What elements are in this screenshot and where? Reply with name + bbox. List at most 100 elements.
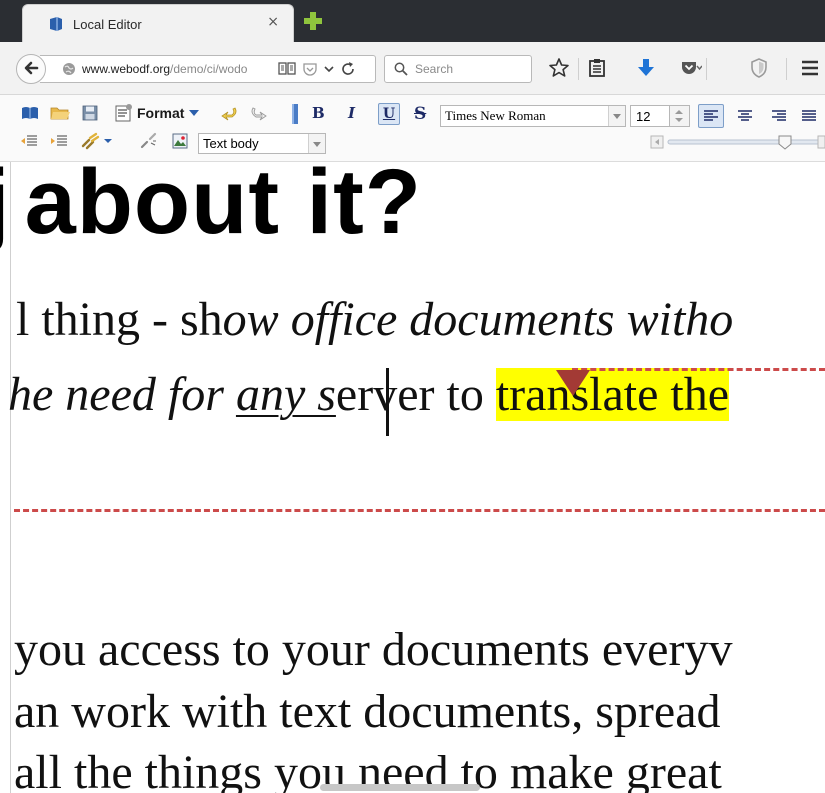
menu-button[interactable]	[800, 54, 820, 82]
paragraph-line-4[interactable]: an work with text documents, spread	[14, 684, 721, 739]
paragraph-line-2[interactable]: he need for any server to translate the	[8, 367, 730, 422]
document-canvas[interactable]: jabout it? l thing - show office documen…	[0, 162, 825, 793]
caret-down-icon	[189, 110, 200, 116]
open-document-button[interactable]	[20, 105, 40, 121]
star-icon	[549, 58, 569, 77]
paragraph-styles-icon	[115, 104, 132, 122]
reader-view-icon[interactable]	[278, 61, 296, 77]
bookmark-ribbon-icon	[292, 104, 298, 124]
underline-button[interactable]: U	[378, 103, 400, 125]
indent-increase-button[interactable]	[50, 134, 68, 148]
toolbar-separator	[786, 58, 787, 80]
save-button[interactable]	[82, 105, 98, 121]
undo-button[interactable]	[220, 105, 240, 121]
back-button[interactable]	[16, 54, 46, 84]
outdent-icon	[21, 135, 37, 146]
align-right-icon	[772, 110, 786, 121]
annotation-border-line	[572, 368, 825, 371]
broken-link-icon	[140, 132, 157, 149]
underline-label: U	[382, 106, 396, 122]
spinner-arrows-icon	[675, 110, 683, 122]
align-right-button[interactable]	[766, 104, 792, 128]
webodf-favicon-icon	[50, 17, 62, 31]
pocket-button[interactable]	[680, 54, 702, 82]
format-menu-button[interactable]: Format	[114, 103, 200, 123]
align-justify-button[interactable]	[796, 104, 822, 128]
strikethrough-label: S	[414, 104, 427, 124]
redo-arrow-icon	[251, 107, 267, 121]
book-icon	[22, 107, 38, 119]
align-center-icon	[738, 110, 752, 121]
align-justify-icon	[802, 110, 816, 121]
tab-title: Local Editor	[73, 17, 142, 32]
new-tab-plus-icon[interactable]	[302, 10, 324, 32]
bold-label: B	[312, 104, 325, 122]
line2-underlined: any s	[235, 368, 336, 421]
line4-text: an work with text documents, spread	[14, 685, 721, 738]
bold-button[interactable]: B	[312, 104, 325, 122]
format-label: Format	[137, 105, 185, 121]
line1-italic: ow office documents witho	[222, 293, 734, 346]
insert-image-button[interactable]	[172, 133, 188, 149]
insert-link-button[interactable]	[80, 132, 113, 150]
paragraph-line-1[interactable]: l thing - show office documents witho	[16, 292, 733, 347]
pocket-save-icon[interactable]	[302, 61, 318, 77]
annotation-marker-icon[interactable]	[556, 370, 590, 396]
globe-icon	[63, 63, 75, 75]
undo-arrow-icon	[221, 107, 237, 121]
align-center-button[interactable]	[732, 104, 758, 128]
toolbar-row-2: Text body	[0, 129, 825, 159]
paragraph-style-select[interactable]: Text body	[198, 133, 326, 154]
text-cursor	[386, 368, 389, 436]
line2-italic: he need for	[8, 368, 236, 421]
font-size-input[interactable]: 12	[630, 105, 670, 127]
caret-down-icon	[104, 139, 112, 143]
strikethrough-button[interactable]: S	[414, 104, 426, 124]
redo-button[interactable]	[248, 105, 268, 121]
align-left-button[interactable]	[698, 104, 724, 128]
downloads-button[interactable]	[636, 54, 656, 82]
open-folder-button[interactable]	[50, 105, 70, 121]
chevron-down-icon[interactable]	[308, 134, 325, 153]
back-arrow-icon	[24, 61, 39, 75]
highlighted-annotation-text[interactable]: translate the	[495, 368, 730, 421]
indent-decrease-button[interactable]	[20, 134, 38, 148]
url-domain: www.webodf.org	[82, 62, 171, 76]
annotate-button[interactable]	[290, 103, 300, 125]
tab-strip: Local Editor ×	[0, 0, 825, 42]
url-text[interactable]: www.webodf.org/demo/ci/wodo	[82, 62, 247, 76]
bookmarks-menu-button[interactable]	[587, 54, 607, 82]
italic-button[interactable]: I	[348, 104, 355, 122]
font-size-spinner[interactable]	[670, 105, 690, 127]
document-heading[interactable]: jabout it?	[0, 162, 422, 255]
italic-label: I	[348, 104, 356, 122]
image-icon	[172, 133, 188, 149]
shield-icon	[751, 58, 767, 78]
font-size-value: 12	[636, 109, 651, 124]
zoom-slider[interactable]	[650, 133, 825, 151]
shield-button[interactable]	[750, 54, 768, 82]
horizontal-scrollbar[interactable]	[320, 784, 480, 791]
bookmark-star-button[interactable]	[548, 54, 570, 82]
pocket-icon	[682, 62, 702, 74]
url-bar[interactable]: www.webodf.org/demo/ci/wodo	[40, 55, 376, 83]
heading-text: about it?	[24, 162, 422, 253]
chevron-down-icon[interactable]	[608, 106, 625, 126]
chain-link-icon	[81, 132, 100, 150]
search-icon	[394, 62, 408, 76]
reload-icon[interactable]	[340, 61, 356, 77]
search-bar[interactable]: Search	[384, 55, 532, 83]
remove-link-button[interactable]	[140, 132, 158, 150]
paragraph-line-3[interactable]: you access to your documents everyv	[14, 622, 732, 677]
toolbar-separator	[706, 58, 707, 80]
close-tab-icon[interactable]: ×	[267, 14, 279, 30]
navigation-bar: www.webodf.org/demo/ci/wodo Search	[0, 42, 825, 95]
font-family-select[interactable]: Times New Roman	[440, 105, 626, 127]
page-left-edge	[10, 162, 11, 793]
tab-local-editor[interactable]: Local Editor ×	[22, 4, 294, 42]
paragraph-style-value: Text body	[203, 136, 259, 151]
chevron-down-icon[interactable]	[324, 61, 334, 77]
clipboard-icon	[589, 59, 605, 77]
hamburger-menu-icon	[802, 60, 818, 76]
indent-icon	[51, 135, 67, 146]
